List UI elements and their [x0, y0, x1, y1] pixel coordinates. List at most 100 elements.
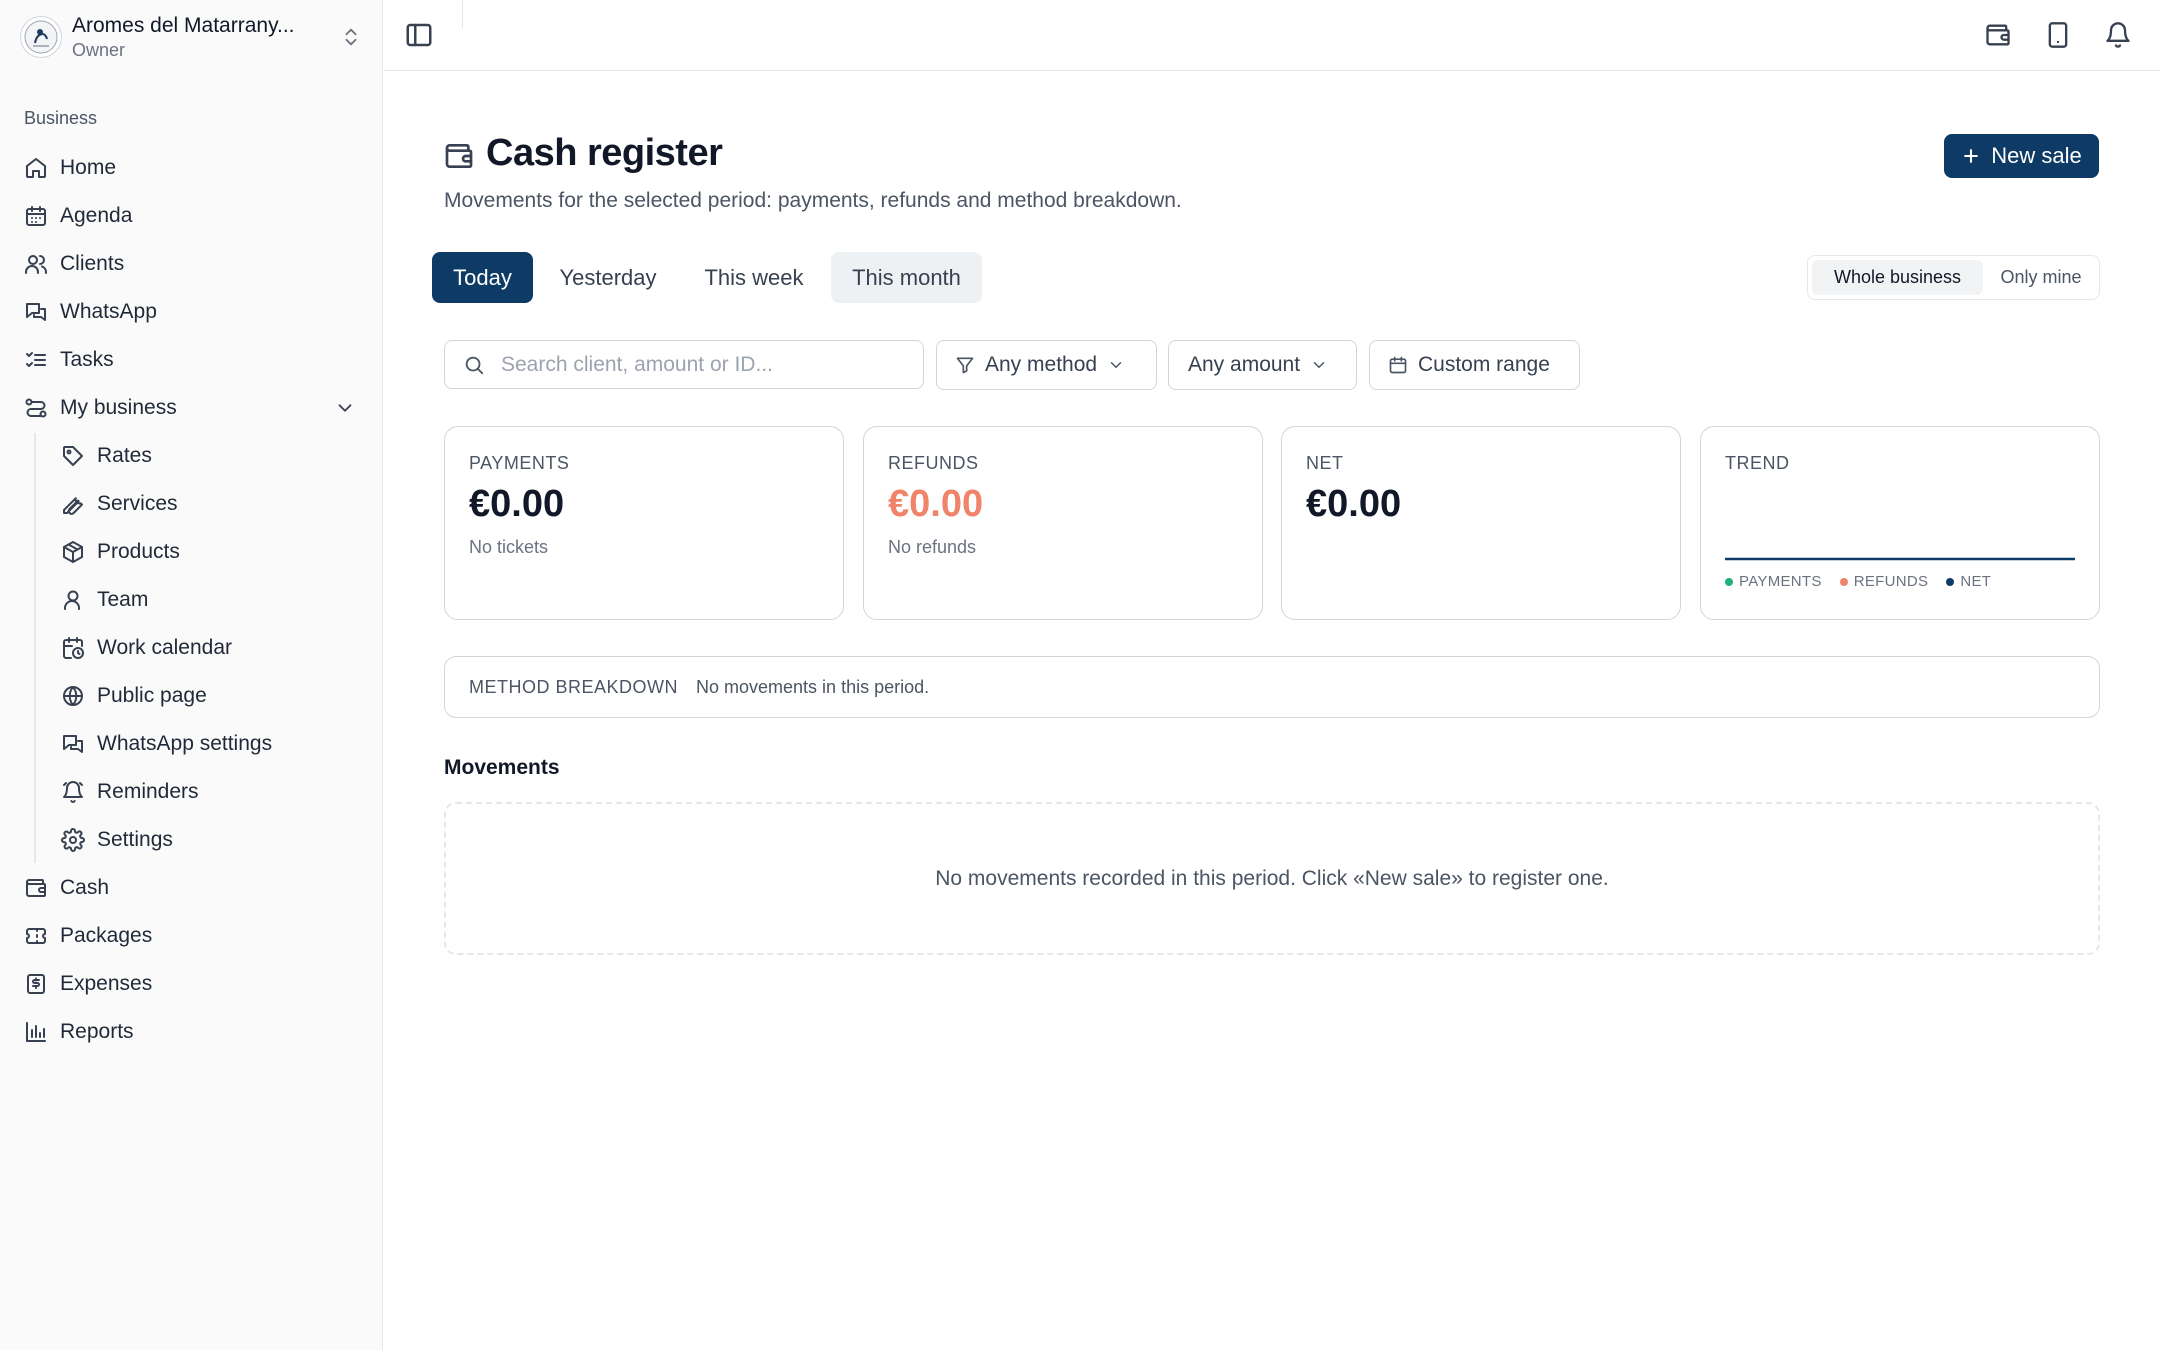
plus-icon	[1964, 149, 1979, 163]
legend-item-refunds: REFUNDS	[1839, 573, 1929, 590]
movements-heading: Movements	[444, 756, 560, 779]
refunds-value: €0.00	[888, 483, 984, 525]
chat-icon	[63, 735, 83, 753]
home-icon	[26, 158, 46, 178]
sidebar-item-home[interactable]: Home	[14, 147, 370, 189]
calendar-icon	[26, 206, 46, 226]
new-sale-button[interactable]: New sale	[1944, 134, 2099, 178]
sidebar-toggle-icon[interactable]	[404, 20, 434, 50]
sidebar-item-label: Cash	[60, 876, 110, 899]
sidebar-item-label: Agenda	[60, 204, 133, 227]
sidebar-item-whatsapp-settings[interactable]: WhatsApp settings	[51, 723, 370, 765]
calendar-clock-icon	[63, 637, 84, 659]
wrench-icon	[63, 497, 83, 515]
payments-value: €0.00	[469, 483, 565, 525]
refunds-label: REFUNDS	[888, 453, 979, 473]
sidebar-item-label: Packages	[60, 924, 153, 947]
bell-icon[interactable]	[2104, 21, 2132, 49]
sidebar-item-reports[interactable]: Reports	[14, 1011, 370, 1053]
tab-today[interactable]: Today	[432, 252, 533, 303]
sidebar-item-label: WhatsApp	[60, 300, 157, 323]
sidebar-item-work-calendar[interactable]: Work calendar	[51, 627, 370, 669]
sidebar-item-products[interactable]: Products	[51, 531, 370, 573]
tablet-icon[interactable]	[2044, 21, 2072, 49]
movements-empty-state: No movements recorded in this period. Cl…	[444, 802, 2100, 955]
search-input[interactable]	[501, 352, 901, 377]
sidebar-item-reminders[interactable]: Reminders	[51, 771, 370, 813]
bell-ring-icon	[63, 781, 83, 803]
new-sale-label: New sale	[1991, 143, 2082, 168]
tab-yesterday[interactable]: Yesterday	[542, 252, 674, 303]
breakdown-empty-text: No movements in this period.	[696, 676, 930, 697]
chevron-down-icon	[1313, 362, 1325, 368]
sidebar-item-label: Services	[97, 492, 178, 515]
users-icon	[25, 255, 47, 274]
legend-dot	[1839, 577, 1848, 586]
legend-dot	[1725, 577, 1733, 586]
breakdown-label: METHOD BREAKDOWN	[469, 676, 679, 697]
scope-whole-business[interactable]: Whole business	[1812, 260, 1983, 295]
user-role: Owner	[72, 40, 126, 60]
filter-icon	[956, 357, 974, 374]
gear-icon	[61, 828, 85, 852]
payments-card: PAYMENTS €0.00 No tickets	[444, 426, 844, 620]
sidebar-item-services[interactable]: Services	[51, 483, 370, 525]
sidebar-item-rates[interactable]: Rates	[51, 435, 370, 477]
sidebar-item-label: Products	[97, 540, 180, 563]
account-switcher[interactable]: Aromes del Matarrany... Owner	[20, 12, 366, 62]
trend-legend: PAYMENTS REFUNDS NET	[1725, 573, 2009, 590]
refunds-note: No refunds	[888, 537, 977, 557]
sidebar-section-label: Business	[24, 108, 98, 128]
sidebar-item-label: Expenses	[60, 972, 153, 995]
sidebar-item-label: Settings	[97, 828, 173, 851]
sidebar-item-label: Tasks	[60, 348, 114, 371]
tab-this-month[interactable]: This month	[831, 252, 982, 303]
method-filter-label: Any method	[985, 353, 1098, 376]
business-name: Aromes del Matarrany...	[72, 14, 295, 37]
trend-card: TREND PAYMENTS REFUNDS NET	[1700, 426, 2100, 620]
calendar-icon	[1389, 356, 1407, 374]
sidebar-item-label: Reports	[60, 1020, 134, 1043]
sidebar-item-label: Reminders	[97, 780, 199, 803]
sidebar-item-my-business[interactable]: My business	[14, 387, 370, 429]
sidebar-item-clients[interactable]: Clients	[14, 243, 370, 285]
legend-dot	[1946, 577, 1955, 586]
amount-filter-label: Any amount	[1188, 353, 1301, 376]
net-value: €0.00	[1306, 483, 1402, 525]
wallet-icon	[445, 144, 473, 168]
sidebar-item-label: My business	[60, 396, 177, 419]
search-box	[444, 340, 924, 389]
submenu-guide-line	[34, 433, 36, 863]
user-icon	[64, 590, 80, 610]
wallet-icon[interactable]	[1984, 21, 2012, 49]
sidebar-item-team[interactable]: Team	[51, 579, 370, 621]
sidebar-item-settings[interactable]: Settings	[51, 819, 370, 861]
method-filter-dropdown[interactable]: Any method	[936, 340, 1157, 390]
legend-item-net: NET	[1946, 573, 1991, 590]
sidebar-item-whatsapp[interactable]: WhatsApp	[14, 291, 370, 333]
custom-range-button[interactable]: Custom range	[1369, 340, 1580, 390]
topbar	[384, 0, 2160, 71]
net-label: NET	[1306, 453, 1344, 473]
route-icon	[25, 398, 47, 418]
scope-only-mine[interactable]: Only mine	[1986, 260, 2096, 295]
sidebar-item-label: Clients	[60, 252, 125, 275]
sidebar-item-cash[interactable]: Cash	[14, 867, 370, 909]
sidebar-item-public-page[interactable]: Public page	[51, 675, 370, 717]
wallet-icon	[26, 879, 46, 897]
page-title: Cash register	[486, 132, 723, 174]
method-breakdown: METHOD BREAKDOWN No movements in this pe…	[444, 656, 2100, 718]
topbar-divider	[462, 0, 463, 28]
legend-item-payments: PAYMENTS	[1725, 573, 1822, 590]
globe-icon	[63, 686, 83, 706]
sidebar-item-expenses[interactable]: Expenses	[14, 963, 370, 1005]
sidebar-item-tasks[interactable]: Tasks	[14, 339, 370, 381]
net-card: NET €0.00	[1281, 426, 1681, 620]
receipt-icon	[27, 974, 45, 994]
sidebar-item-label: Home	[60, 156, 117, 179]
sidebar-item-packages[interactable]: Packages	[14, 915, 370, 957]
amount-filter-dropdown[interactable]: Any amount	[1168, 340, 1357, 390]
sidebar-item-agenda[interactable]: Agenda	[14, 195, 370, 237]
custom-range-label: Custom range	[1418, 353, 1550, 376]
tab-this-week[interactable]: This week	[686, 252, 822, 303]
